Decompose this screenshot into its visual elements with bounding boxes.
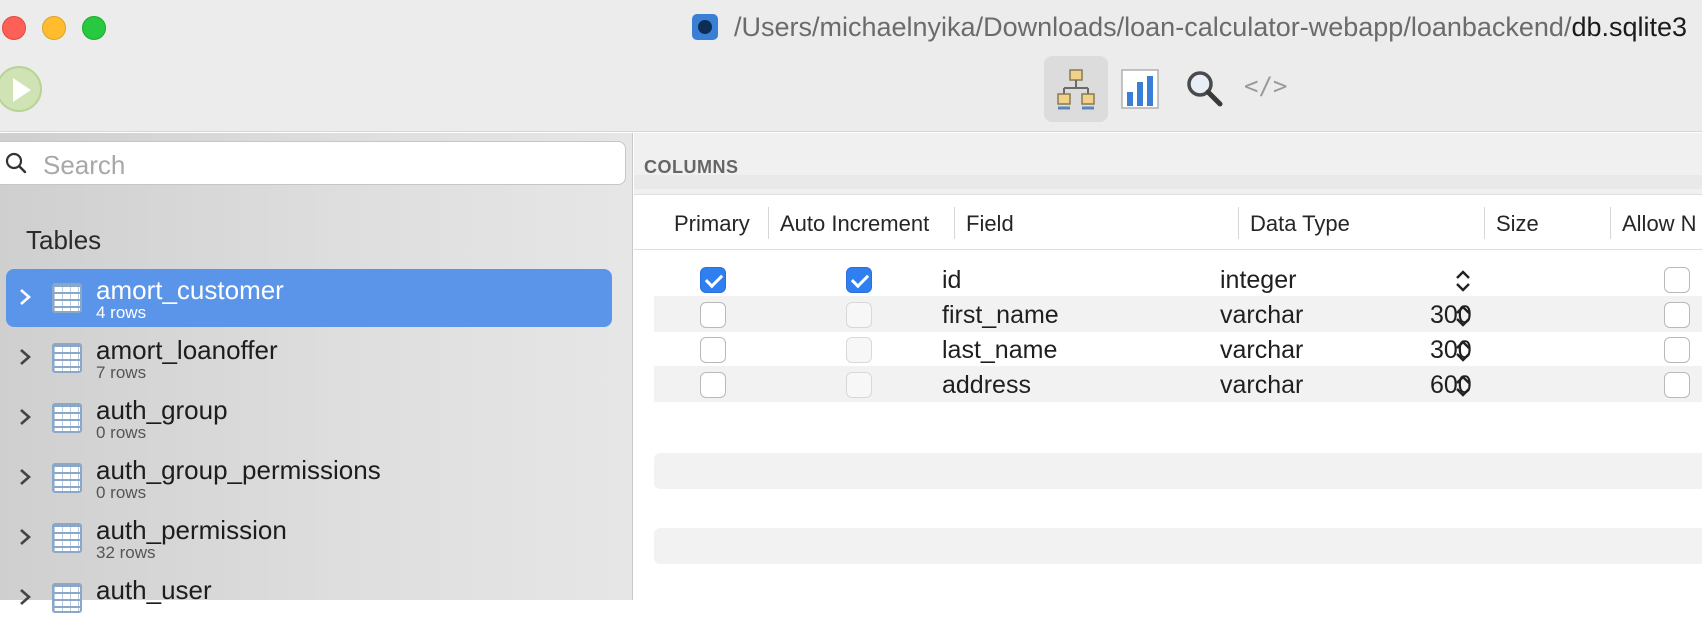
auto-increment-checkbox[interactable] xyxy=(846,267,872,293)
structure-panel: COLUMNS Primary Auto Increment Field Dat… xyxy=(634,133,1702,600)
title-filename: db.sqlite3 xyxy=(1571,12,1688,42)
chart-icon xyxy=(1121,69,1159,109)
primary-checkbox[interactable] xyxy=(700,337,726,363)
table-row[interactable]: first_name varchar 300 xyxy=(654,296,1702,332)
tables-heading: Tables xyxy=(26,225,102,255)
chevron-right-icon[interactable] xyxy=(18,287,32,307)
table-icon xyxy=(52,523,82,553)
field-name[interactable]: first_name xyxy=(942,301,1059,330)
header-divider xyxy=(1238,207,1239,239)
allow-null-checkbox[interactable] xyxy=(1664,267,1690,293)
structure-icon xyxy=(1057,69,1095,110)
header-primary[interactable]: Primary xyxy=(674,211,750,237)
table-name: auth_group_permissions xyxy=(96,455,381,485)
chart-tool-button[interactable] xyxy=(1108,56,1172,122)
chevron-right-icon[interactable] xyxy=(18,407,32,427)
table-name: auth_user xyxy=(96,575,212,605)
table-item-auth-permission[interactable]: auth_permission 32 rows xyxy=(6,509,612,567)
auto-increment-checkbox[interactable] xyxy=(846,372,872,398)
table-row-count: 32 rows xyxy=(96,543,156,562)
table-icon xyxy=(52,283,82,313)
search-placeholder: Search xyxy=(43,150,126,180)
header-data-type[interactable]: Data Type xyxy=(1250,211,1350,237)
field-name[interactable]: last_name xyxy=(942,336,1057,365)
table-name: amort_customer xyxy=(96,275,284,305)
header-divider xyxy=(954,207,955,239)
chevron-right-icon[interactable] xyxy=(18,587,32,607)
table-icon xyxy=(52,583,82,613)
search-icon xyxy=(5,152,27,174)
data-type-select[interactable]: varchar xyxy=(1220,371,1303,400)
header-auto-increment[interactable]: Auto Increment xyxy=(780,211,929,237)
zoom-window-button[interactable] xyxy=(82,16,106,40)
auto-increment-checkbox[interactable] xyxy=(846,302,872,328)
chevron-right-icon[interactable] xyxy=(18,527,32,547)
auto-increment-checkbox[interactable] xyxy=(846,337,872,363)
title-bar: /Users/michaelnyika/Downloads/loan-calcu… xyxy=(0,0,1702,132)
section-divider xyxy=(634,175,1702,189)
search-input[interactable]: Search xyxy=(0,141,626,185)
run-button[interactable] xyxy=(0,66,42,112)
header-divider xyxy=(1484,207,1485,239)
empty-row xyxy=(654,528,1702,564)
database-file-icon xyxy=(692,14,718,40)
search-tool-button[interactable] xyxy=(1172,56,1236,122)
header-field[interactable]: Field xyxy=(966,211,1014,237)
column-headers: Primary Auto Increment Field Data Type S… xyxy=(634,195,1702,250)
minimize-window-button[interactable] xyxy=(42,16,66,40)
header-allow-null[interactable]: Allow N xyxy=(1622,211,1697,237)
table-icon xyxy=(52,343,82,373)
window-title: /Users/michaelnyika/Downloads/loan-calcu… xyxy=(734,12,1687,43)
table-item-amort-customer[interactable]: amort_customer 4 rows xyxy=(6,269,612,327)
primary-checkbox[interactable] xyxy=(700,302,726,328)
header-size[interactable]: Size xyxy=(1496,211,1539,237)
table-row-count: 0 rows xyxy=(96,423,147,442)
table-icon xyxy=(52,463,82,493)
size-value[interactable]: 600 xyxy=(1430,371,1472,400)
data-type-select[interactable]: varchar xyxy=(1220,336,1303,365)
allow-null-checkbox[interactable] xyxy=(1664,337,1690,363)
table-item-auth-group-permissions[interactable]: auth_group_permissions 0 rows xyxy=(6,449,612,507)
table-row-count: 0 rows xyxy=(96,483,147,502)
header-divider xyxy=(1610,207,1611,239)
table-name: auth_group xyxy=(96,395,228,425)
data-type-select[interactable]: varchar xyxy=(1220,301,1303,330)
structure-tool-button[interactable] xyxy=(1044,56,1108,122)
chevron-right-icon[interactable] xyxy=(18,347,32,367)
table-row[interactable]: id integer xyxy=(654,261,1702,297)
columns-section-header: COLUMNS xyxy=(634,133,1702,195)
chevron-up-down-icon[interactable] xyxy=(1454,269,1472,293)
code-icon[interactable]: </> xyxy=(1244,72,1287,100)
chevron-right-icon[interactable] xyxy=(18,467,32,487)
empty-row xyxy=(654,453,1702,489)
table-name: auth_permission xyxy=(96,515,287,545)
magnifier-icon xyxy=(1187,71,1223,107)
primary-checkbox[interactable] xyxy=(700,267,726,293)
allow-null-checkbox[interactable] xyxy=(1664,372,1690,398)
allow-null-checkbox[interactable] xyxy=(1664,302,1690,328)
close-window-button[interactable] xyxy=(2,16,26,40)
field-name[interactable]: address xyxy=(942,371,1031,400)
table-row-count: 4 rows xyxy=(96,303,147,322)
table-row[interactable]: address varchar 600 xyxy=(654,366,1702,402)
table-item-auth-group[interactable]: auth_group 0 rows xyxy=(6,389,612,447)
field-name[interactable]: id xyxy=(942,266,961,295)
data-type-select[interactable]: integer xyxy=(1220,266,1296,295)
sidebar: Search Tables amort_customer 4 rows amor… xyxy=(0,133,633,613)
table-icon xyxy=(52,403,82,433)
table-name: amort_loanoffer xyxy=(96,335,278,365)
header-divider xyxy=(768,207,769,239)
table-row-count: 7 rows xyxy=(96,363,147,382)
size-value[interactable]: 300 xyxy=(1430,301,1472,330)
size-value[interactable]: 300 xyxy=(1430,336,1472,365)
primary-checkbox[interactable] xyxy=(700,372,726,398)
section-label: COLUMNS xyxy=(644,157,739,177)
table-item-auth-user[interactable]: auth_user xyxy=(6,569,612,627)
table-row[interactable]: last_name varchar 300 xyxy=(654,331,1702,367)
table-item-amort-loanoffer[interactable]: amort_loanoffer 7 rows xyxy=(6,329,612,387)
title-path: /Users/michaelnyika/Downloads/loan-calcu… xyxy=(734,12,1572,42)
